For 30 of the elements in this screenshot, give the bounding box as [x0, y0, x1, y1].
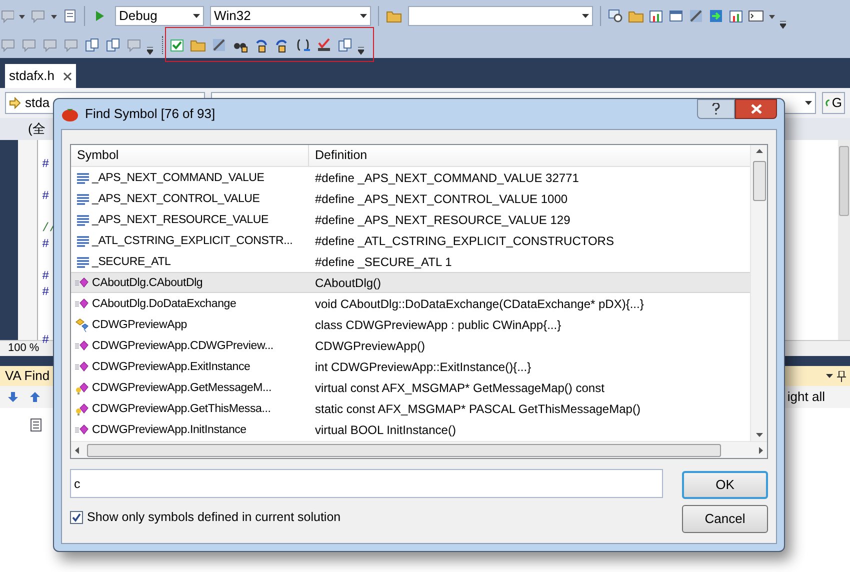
symbol-definition: virtual BOOL InitInstance() [315, 422, 456, 436]
code-fragment: # [42, 189, 50, 203]
code-fragment: # [42, 157, 50, 171]
symbol-name: _APS_NEXT_CONTROL_VALUE [92, 192, 260, 207]
code-fragment: # [42, 237, 50, 251]
symbol-name: CDWGPreviewApp.CDWGPreview... [92, 338, 274, 354]
symbol-definition: void CAboutDlg::DoDataExchange(CDataExchange* pDX){...} [315, 296, 644, 310]
symbol-name: _APS_NEXT_COMMAND_VALUE [92, 170, 264, 186]
symbol-definition: CAboutDlg() [315, 276, 382, 290]
symbol-name: CDWGPreviewApp.GetThisMessa... [92, 402, 271, 417]
symbol-definition: #define _APS_NEXT_CONTROL_VALUE 1000 [315, 192, 568, 206]
code-fragment: # [42, 333, 50, 347]
code-fragment: # [42, 285, 50, 299]
symbol-definition: #define _APS_NEXT_RESOURCE_VALUE 129 [315, 212, 570, 226]
symbol-definition: #define _ATL_CSTRING_EXPLICIT_CONSTRUCTORS [315, 234, 614, 248]
scope-label: (全 [28, 120, 46, 138]
symbol-name: CAboutDlg.CAboutDlg [92, 276, 203, 291]
symbol-definition: #define _APS_NEXT_COMMAND_VALUE 32771 [315, 170, 579, 184]
symbol-name: _APS_NEXT_RESOURCE_VALUE [92, 212, 268, 228]
dialog-title: Find Symbol [76 of 93] [85, 105, 216, 124]
symbol-name: CDWGPreviewApp [92, 318, 187, 333]
symbol-definition: class CDWGPreviewApp : public CWinApp{...} [315, 318, 562, 332]
code-fragment: # [42, 269, 50, 283]
symbol-name: CAboutDlg.DoDataExchange [92, 296, 236, 312]
symbol-name: CDWGPreviewApp.InitInstance [92, 422, 246, 438]
symbol-name: _SECURE_ATL [92, 254, 171, 270]
symbol-definition: CDWGPreviewApp() [315, 338, 426, 352]
symbol-definition: #define _SECURE_ATL 1 [315, 254, 452, 268]
symbol-name: _ATL_CSTRING_EXPLICIT_CONSTR... [92, 234, 293, 249]
symbol-definition: static const AFX_MSGMAP* PASCAL GetThisMessageMap() [315, 402, 640, 416]
